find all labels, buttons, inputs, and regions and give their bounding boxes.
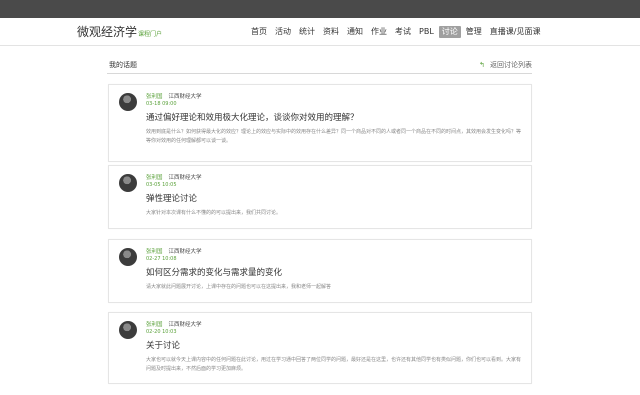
topic-title-link[interactable]: 弹性理论讨论	[146, 192, 197, 204]
topic-title-link[interactable]: 通过偏好理论和效用极大化理论，谈谈你对效用的理解？	[146, 111, 359, 123]
author-school: 江西财经大学	[168, 322, 202, 328]
topic-title-link[interactable]: 如何区分需求的变化与需求量的变化	[146, 266, 282, 278]
topic-card: 张利国 江西财经大学 02-27 10:08 如何区分需求的变化与需求量的变化 请…	[108, 239, 532, 303]
avatar	[119, 248, 137, 266]
section-header: 我的话题 ↰ 返回讨论列表	[107, 56, 532, 74]
nav-item-exams[interactable]: 考试	[392, 26, 414, 38]
topic-card: 张利国 江西财经大学 02-20 10:03 关于讨论 大家也可以就今天上课内容中…	[108, 312, 532, 384]
course-title: 微观经济学	[77, 25, 138, 39]
avatar	[119, 174, 137, 192]
nav-item-home[interactable]: 首页	[248, 26, 270, 38]
topic-card: 张利国 江西财经大学 03-05 10:05 弹性理论讨论 大家针对本次课有什么不…	[108, 165, 532, 229]
author-school: 江西财经大学	[168, 249, 202, 255]
nav-item-statistics[interactable]: 统计	[296, 26, 318, 38]
header: 微观经济学课程门户 首页 活动 统计 资料 通知 作业 考试 PBL 讨论 管理…	[0, 18, 640, 46]
main-content: 我的话题 ↰ 返回讨论列表 张利国 江西财经大学 03-18 09:00 通过偏好…	[107, 56, 532, 384]
avatar	[119, 321, 137, 339]
nav-item-manage[interactable]: 管理	[463, 26, 485, 38]
author-line: 张利国 江西财经大学	[146, 320, 202, 328]
author-school: 江西财经大学	[168, 94, 202, 100]
nav-item-live-class[interactable]: 直播课/见面课	[487, 26, 544, 38]
nav-item-pbl[interactable]: PBL	[416, 26, 437, 38]
topic-card: 张利国 江西财经大学 03-18 09:00 通过偏好理论和效用极大化理论，谈谈你…	[108, 84, 532, 162]
author-name[interactable]: 张利国	[146, 322, 163, 328]
author-name[interactable]: 张利国	[146, 94, 163, 100]
course-portal-label: 课程门户	[138, 31, 163, 38]
return-arrow-icon: ↰	[479, 60, 485, 69]
nav-item-homework[interactable]: 作业	[368, 26, 390, 38]
author-line: 张利国 江西财经大学	[146, 173, 202, 181]
nav-item-discussion[interactable]: 讨论	[438, 26, 461, 38]
author-name[interactable]: 张利国	[146, 175, 163, 181]
topic-description: 大家也可以就今天上课内容中的任何问题在此讨论，用过在学习通中回答了两位同学的问题…	[146, 357, 522, 372]
author-name[interactable]: 张利国	[146, 249, 163, 255]
post-date: 02-27 10:08	[146, 256, 177, 262]
post-date: 03-18 09:00	[146, 101, 177, 107]
post-date: 02-20 10:03	[146, 329, 177, 335]
nav-item-notices[interactable]: 通知	[344, 26, 366, 38]
topic-description: 请大家就此问题展开讨论，上课中存在的问题也可以在这提出来，我和老师一起解答	[146, 284, 332, 290]
back-to-list-label: 返回讨论列表	[490, 61, 532, 69]
author-line: 张利国 江西财经大学	[146, 247, 202, 255]
author-line: 张利国 江西财经大学	[146, 92, 202, 100]
topic-description: 大家针对本次课有什么不懂的的可以提出来，我们共同讨论。	[146, 210, 282, 216]
top-bar	[0, 0, 640, 18]
back-to-list-link[interactable]: ↰ 返回讨论列表	[479, 60, 532, 70]
main-nav: 首页 活动 统计 资料 通知 作业 考试 PBL 讨论 管理 直播课/见面课	[248, 25, 545, 39]
nav-item-activities[interactable]: 活动	[272, 26, 294, 38]
avatar	[119, 93, 137, 111]
topic-description: 效用到底是什么？如何获得最大化的效应？理论上的效应与实际中的效用存在什么差异？同…	[146, 129, 522, 144]
author-school: 江西财经大学	[168, 175, 202, 181]
nav-item-materials[interactable]: 资料	[320, 26, 342, 38]
topic-title-link[interactable]: 关于讨论	[146, 339, 180, 351]
section-title: 我的话题	[109, 61, 137, 69]
course-brand[interactable]: 微观经济学课程门户	[77, 25, 162, 42]
post-date: 03-05 10:05	[146, 182, 177, 188]
